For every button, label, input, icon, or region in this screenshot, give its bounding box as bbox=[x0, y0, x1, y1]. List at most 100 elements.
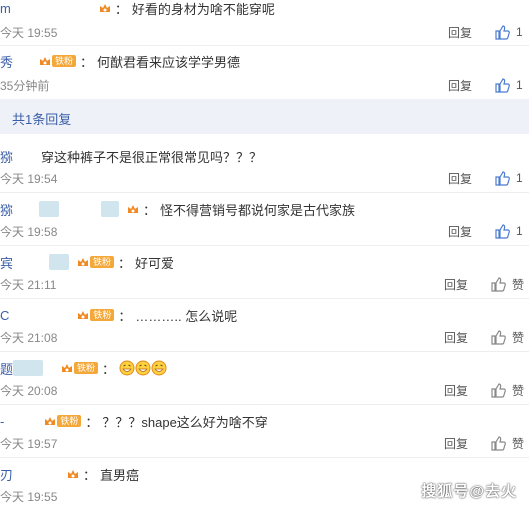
comment-time: 今天 20:08 bbox=[0, 384, 58, 398]
comment-line: C 铁粉 ： ……….. 怎么说呢 bbox=[0, 305, 237, 325]
comment-actions: 回复 赞 bbox=[444, 382, 524, 398]
thumbs-up-icon[interactable] bbox=[494, 170, 510, 186]
fan-badge: 铁粉 bbox=[44, 415, 82, 427]
comment-item: C 铁粉 ： ……….. 怎么说呢 今天 21:08 回复 赞 bbox=[0, 299, 529, 352]
fan-crown-icon bbox=[40, 57, 51, 65]
username[interactable]: m bbox=[0, 1, 11, 16]
grin-emoji-icon bbox=[119, 360, 135, 376]
thumbs-up-icon[interactable] bbox=[490, 276, 506, 292]
fan-crown-icon bbox=[62, 364, 73, 372]
username[interactable]: 秀 bbox=[0, 52, 13, 71]
fan-badge bbox=[127, 203, 139, 215]
fan-badge: 铁粉 bbox=[61, 362, 99, 374]
fan-tag: 铁粉 bbox=[52, 55, 77, 67]
comment-item: 秀 铁粉 ： 何猷君看来应该学学男德 35分钟前 回复 1 bbox=[0, 46, 529, 99]
like-label: 赞 bbox=[512, 383, 525, 398]
like-label: 赞 bbox=[512, 330, 525, 345]
reply-button[interactable]: 回复 bbox=[448, 223, 472, 240]
username[interactable]: 猕 bbox=[0, 200, 13, 219]
like-count: 1 bbox=[516, 25, 523, 39]
thumbs-up-icon[interactable] bbox=[494, 77, 510, 93]
comment-text: 好看的身材为啥不能穿呢 bbox=[131, 1, 275, 17]
like-count: 1 bbox=[516, 171, 523, 185]
username-redacted bbox=[101, 201, 120, 217]
like-count: 1 bbox=[516, 78, 523, 92]
comment-actions: 回复 1 bbox=[448, 170, 523, 186]
fan-crown-icon bbox=[78, 258, 89, 266]
comment-time: 今天 21:11 bbox=[0, 278, 57, 292]
comment-time: 今天 19:57 bbox=[0, 437, 58, 451]
username[interactable]: C bbox=[0, 308, 9, 323]
thumbs-up-icon[interactable] bbox=[490, 329, 506, 345]
reply-count-bar[interactable]: 共1条回复 bbox=[0, 99, 529, 134]
reply-button[interactable]: 回复 bbox=[444, 382, 468, 399]
like-label: 赞 bbox=[512, 277, 525, 292]
comment-line: 题 铁粉 ： bbox=[0, 358, 167, 378]
colon: ： bbox=[118, 308, 132, 324]
colon: ： bbox=[102, 361, 116, 377]
thumbs-up-icon[interactable] bbox=[490, 382, 506, 398]
like-count: 1 bbox=[516, 224, 523, 238]
thumbs-up-icon[interactable] bbox=[494, 223, 510, 239]
thumbs-up-icon[interactable] bbox=[494, 24, 510, 40]
reply-button[interactable]: 回复 bbox=[448, 170, 472, 187]
comment-actions: 回复 1 bbox=[448, 24, 523, 40]
colon: ： bbox=[118, 255, 132, 271]
fan-badge bbox=[67, 468, 79, 480]
comment-actions: 回复 赞 bbox=[444, 276, 524, 292]
fan-crown-icon bbox=[128, 205, 139, 213]
comment-time: 今天 19:55 bbox=[0, 490, 58, 504]
reply-count-link[interactable]: 共1条回复 bbox=[12, 109, 71, 128]
grin-emoji-icon bbox=[151, 360, 167, 376]
like-label: 赞 bbox=[512, 436, 525, 451]
comment-item: m ： 好看的身材为啥不能穿呢 今天 19:55 回复 1 bbox=[0, 0, 529, 46]
fan-badge: 铁粉 bbox=[77, 309, 115, 321]
comment-line: 宾 铁粉 ： 好可爱 bbox=[0, 252, 174, 272]
fan-crown-icon bbox=[68, 470, 79, 478]
comment-actions: 回复 赞 bbox=[444, 329, 524, 345]
comment-text: 好可爱 bbox=[135, 255, 175, 271]
comment-time: 今天 19:58 bbox=[0, 225, 58, 239]
comment-time: 今天 21:08 bbox=[0, 331, 58, 345]
colon: ： bbox=[85, 414, 99, 430]
reply-button[interactable]: 回复 bbox=[448, 77, 472, 94]
username-redacted bbox=[13, 360, 44, 376]
grin-emoji-icon bbox=[135, 360, 151, 376]
comment-actions: 回复 赞 bbox=[444, 435, 524, 451]
reply-button[interactable]: 回复 bbox=[444, 435, 468, 452]
reply-button[interactable]: 回复 bbox=[448, 24, 472, 41]
comment-line: 秀 铁粉 ： 何猷君看来应该学学男德 bbox=[0, 51, 240, 71]
username[interactable]: 题 bbox=[0, 359, 13, 378]
thumbs-up-icon[interactable] bbox=[490, 435, 506, 451]
comment-item: 宾 铁粉 ： 好可爱 今天 21:11 回复 赞 bbox=[0, 246, 529, 299]
colon: ： bbox=[114, 1, 128, 17]
fan-badge bbox=[99, 2, 111, 14]
username-redacted bbox=[39, 201, 60, 217]
comment-text: 直男癌 bbox=[100, 467, 140, 483]
fan-crown-icon bbox=[99, 4, 110, 12]
watermark: 搜狐号@去火 bbox=[421, 483, 517, 500]
comment-time: 今天 19:54 bbox=[0, 172, 58, 186]
fan-tag: 铁粉 bbox=[57, 415, 82, 427]
username[interactable]: 猕 bbox=[0, 147, 13, 166]
comment-line: 猕 ： 怪不得营销号都说何家是古代家族 bbox=[0, 199, 355, 219]
comment-time: 35分钟前 bbox=[0, 79, 50, 93]
username[interactable]: 宾 bbox=[0, 253, 13, 272]
fan-crown-icon bbox=[78, 311, 89, 319]
comment-time: 今天 19:55 bbox=[0, 26, 58, 40]
fan-tag: 铁粉 bbox=[90, 309, 115, 321]
comment-text: ？？？shape这么好为啥不穿 bbox=[102, 414, 268, 430]
colon: ： bbox=[83, 467, 97, 483]
comment-line: - 铁粉 ： ？？？shape这么好为啥不穿 bbox=[0, 411, 268, 431]
comment-line: 刃 ： 直男癌 bbox=[0, 464, 139, 484]
username-redacted bbox=[49, 254, 70, 270]
comment-text: 何猷君看来应该学学男德 bbox=[97, 54, 241, 70]
fan-crown-icon bbox=[45, 417, 56, 425]
username[interactable]: 刃 bbox=[0, 465, 13, 484]
comment-item: 题 铁粉 ： 今天 20:08 回复 赞 bbox=[0, 352, 529, 405]
colon: ： bbox=[80, 54, 94, 70]
colon: ： bbox=[143, 202, 157, 218]
reply-button[interactable]: 回复 bbox=[444, 329, 468, 346]
reply-button[interactable]: 回复 bbox=[444, 276, 468, 293]
comment-item: 猕 穿这种裤子不是很正常很常见吗？？？ 今天 19:54 回复 1 bbox=[0, 140, 529, 193]
